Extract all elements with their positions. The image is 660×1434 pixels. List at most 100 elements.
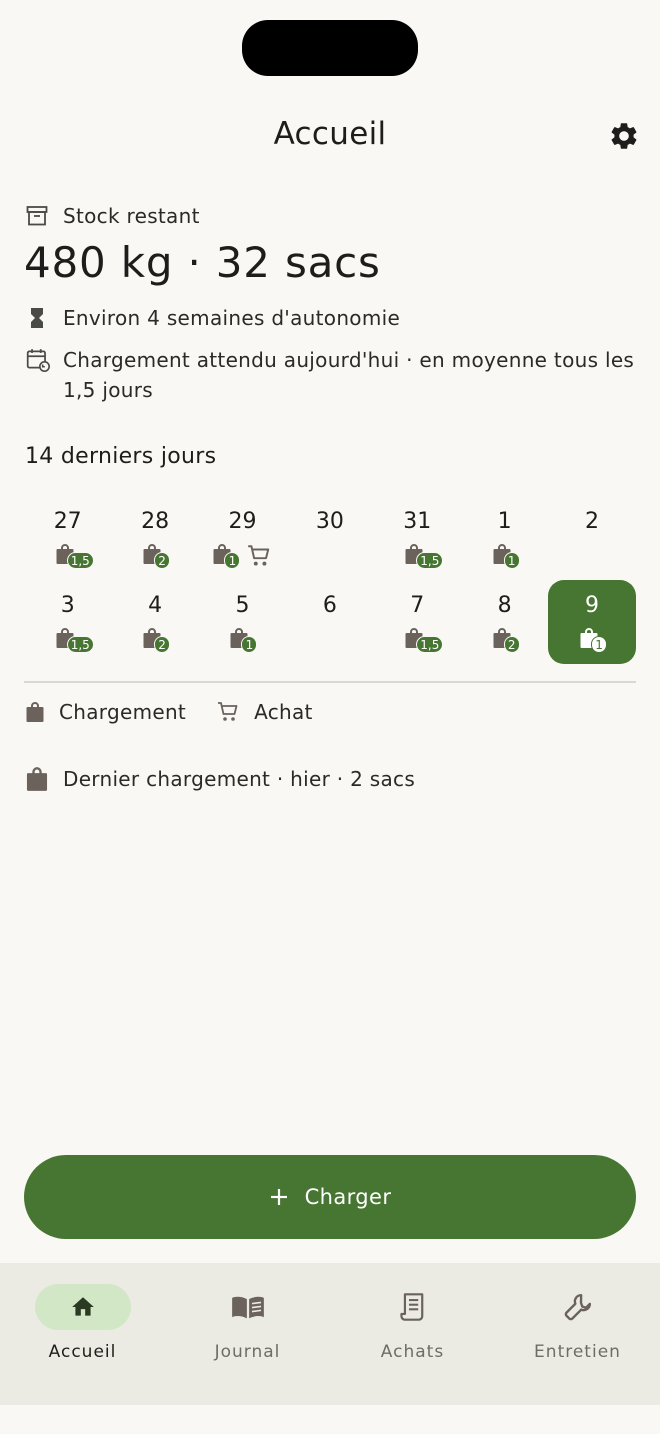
last-load-text: Dernier chargement · hier · 2 sacs [63, 767, 416, 791]
day-number: 28 [141, 509, 170, 534]
gear-icon [611, 123, 637, 149]
bag-count-badge: 1,5 [66, 636, 94, 653]
bag-count-badge: 2 [154, 636, 171, 653]
bag-icon [26, 767, 48, 791]
bag-marker: 1 [579, 627, 608, 653]
day-cell[interactable]: 29 1 [199, 496, 286, 580]
last-load-row: Dernier chargement · hier · 2 sacs [25, 766, 415, 792]
camera-notch [242, 20, 418, 76]
nav-pill [530, 1284, 626, 1330]
day-cell[interactable]: 28 2 [111, 496, 198, 580]
cart-icon [218, 702, 238, 721]
bag-count-badge: 2 [503, 636, 520, 653]
nav-item-accueil[interactable]: Accueil [0, 1263, 165, 1405]
bag-count-badge: 1,5 [416, 636, 444, 653]
bag-marker: 1,5 [55, 627, 94, 653]
day-marks: 1,5 [404, 542, 444, 570]
bottom-nav: Accueil Journal Achats Entretien [0, 1263, 660, 1405]
day-number: 3 [60, 593, 75, 618]
day-number: 6 [322, 593, 337, 618]
nav-label-entretien: Entretien [534, 1342, 621, 1362]
day-marks: 1 [212, 542, 272, 570]
stock-label-row: Stock restant [25, 201, 200, 231]
day-cell[interactable]: 30 [286, 496, 373, 580]
divider [24, 681, 636, 683]
bag-count-badge: 1 [224, 552, 241, 569]
day-cell[interactable]: 51 [199, 580, 286, 664]
day-marks: 1,5 [55, 542, 94, 570]
day-cell[interactable]: 7 1,5 [374, 580, 461, 664]
bag-count-badge: 1,5 [416, 552, 444, 569]
bag-count-badge: 1 [591, 636, 608, 653]
day-number: 7 [410, 593, 425, 618]
charger-button[interactable]: Charger [24, 1155, 636, 1239]
day-number: 2 [585, 509, 600, 534]
charger-label: Charger [304, 1185, 392, 1209]
home-indicator-area [0, 1405, 660, 1434]
stock-value: 480 kg · 32 sacs [24, 238, 381, 287]
bag-count-badge: 2 [154, 552, 171, 569]
legend-load-label: Chargement [59, 700, 187, 724]
bag-marker: 1 [492, 543, 520, 569]
wrench-icon [564, 1293, 591, 1321]
nav-label-accueil: Accueil [48, 1342, 117, 1362]
day-number: 4 [148, 593, 163, 618]
next-load-text-cont: 1,5 jours [63, 378, 153, 402]
nav-pill [200, 1284, 296, 1330]
nav-item-journal[interactable]: Journal [165, 1263, 330, 1405]
day-marks: 2 [142, 542, 171, 570]
day-cell[interactable]: 6 [286, 580, 373, 664]
bag-marker: 2 [142, 543, 171, 569]
home-icon [71, 1297, 94, 1316]
day-marks: 1 [492, 542, 520, 570]
autonomy-row: Environ 4 semaines d'autonomie [25, 303, 400, 333]
day-cell[interactable]: 42 [111, 580, 198, 664]
autonomy-text: Environ 4 semaines d'autonomie [63, 306, 401, 330]
legend-purchase: Achat [216, 700, 313, 724]
day-number: 5 [235, 593, 250, 618]
day-number: 31 [403, 509, 432, 534]
bag-icon [26, 702, 44, 722]
nav-item-achats[interactable]: Achats [330, 1263, 495, 1405]
bag-marker: 1,5 [404, 543, 444, 569]
day-number: 29 [228, 509, 257, 534]
bag-marker: 1,5 [404, 627, 444, 653]
nav-pill [34, 1284, 131, 1330]
day-number: 1 [497, 509, 512, 534]
bag-marker: 2 [142, 627, 171, 653]
settings-button[interactable] [604, 116, 644, 156]
bag-marker: 1 [229, 627, 258, 653]
day-cell[interactable]: 3 1,5 [24, 580, 111, 664]
nav-label-achats: Achats [380, 1342, 445, 1362]
archive-icon [25, 201, 51, 231]
bag-count-badge: 1 [241, 636, 258, 653]
day-cell[interactable]: 31 1,5 [374, 496, 461, 580]
day-marks: 1 [229, 626, 258, 654]
page-title: Accueil [273, 116, 387, 152]
bag-marker: 2 [492, 627, 520, 653]
calendar-repeat-icon [25, 345, 51, 375]
history-title: 14 derniers jours [25, 444, 217, 469]
hourglass-icon [25, 303, 51, 333]
nav-item-entretien[interactable]: Entretien [495, 1263, 660, 1405]
bag-marker: 1,5 [55, 543, 94, 569]
day-grid: 27 1,5 28 2 29 1 30 31 1,5 1 1 2 3 1,5 4 2 5 1 6 7 1,5 8 2 9 1 [24, 496, 636, 664]
day-cell[interactable]: 2 [548, 496, 635, 580]
plus-icon [270, 1189, 287, 1205]
day-marks: 1,5 [55, 626, 94, 654]
day-cell[interactable]: 11 [461, 496, 548, 580]
day-cell[interactable]: 82 [461, 580, 548, 664]
next-load-row: Chargement attendu aujourd'hui · en moye… [25, 345, 634, 405]
day-number: 27 [53, 509, 82, 534]
day-cell[interactable]: 91 [548, 580, 636, 664]
day-marks: 2 [492, 626, 520, 654]
day-number: 8 [497, 593, 512, 618]
cart-icon [248, 545, 270, 566]
bag-marker: 1 [212, 543, 241, 569]
day-marks: 1,5 [404, 626, 444, 654]
legend: Chargement Achat [25, 700, 313, 724]
day-number: 30 [315, 509, 344, 534]
day-number: 9 [585, 593, 600, 618]
nav-label-journal: Journal [214, 1342, 281, 1362]
day-cell[interactable]: 27 1,5 [24, 496, 111, 580]
